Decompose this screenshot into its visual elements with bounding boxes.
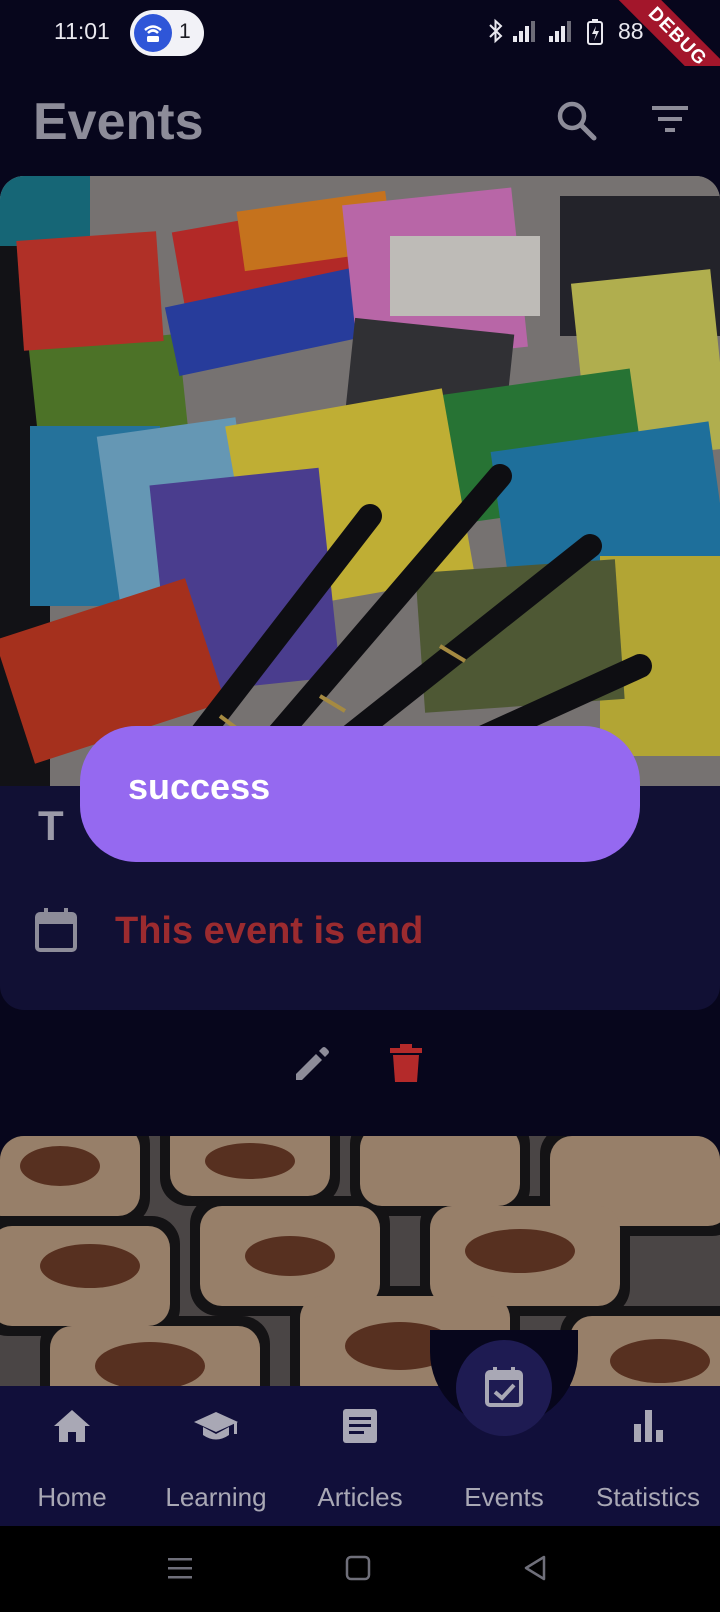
status-bar: 11:01 1 88 DEBUG [0, 0, 720, 115]
bluetooth-icon [489, 18, 503, 44]
hotspot-indicator: 1 [130, 10, 204, 56]
signal-icon-2 [549, 21, 571, 42]
nav-item-articles[interactable]: Articles [288, 1386, 432, 1526]
article-icon [343, 1409, 377, 1443]
nav-item-home[interactable]: Home [0, 1386, 144, 1526]
system-nav-bar [0, 1526, 720, 1612]
hotspot-icon [134, 14, 172, 52]
app-bar: Events [0, 66, 720, 176]
event-actions [0, 1034, 720, 1104]
edit-icon[interactable] [286, 1038, 338, 1090]
delete-icon[interactable] [380, 1038, 432, 1090]
nav-item-learning[interactable]: Learning [144, 1386, 288, 1526]
home-square-icon[interactable] [338, 1552, 378, 1586]
nav-item-events[interactable]: Events [432, 1386, 576, 1526]
signal-icon-1 [513, 21, 535, 42]
event-image [0, 1136, 720, 1386]
nav-label-articles: Articles [317, 1482, 403, 1512]
title-icon: T [38, 802, 64, 849]
home-icon [54, 1410, 90, 1442]
snackbar-message: success [128, 766, 271, 807]
page-title: Events [33, 93, 204, 151]
search-icon[interactable] [552, 96, 600, 144]
event-card[interactable]: T This event is end [0, 176, 720, 1010]
school-icon [194, 1412, 238, 1440]
nav-item-statistics[interactable]: Statistics [576, 1386, 720, 1526]
image-overlay [0, 176, 720, 786]
nav-label-events: Events [464, 1482, 544, 1512]
bar-chart-icon [634, 1410, 663, 1442]
nav-label-learning: Learning [165, 1482, 267, 1512]
hotspot-count: 1 [179, 20, 191, 43]
battery-icon [587, 19, 603, 45]
menu-icon[interactable] [160, 1552, 200, 1586]
event-status-text: This event is end [115, 910, 424, 952]
event-date-row: This event is end [0, 896, 720, 970]
battery-level: 88 [618, 18, 644, 44]
image-overlay [0, 1136, 720, 1386]
nav-label-home: Home [37, 1482, 107, 1512]
status-time: 11:01 [54, 18, 110, 44]
snackbar: success [80, 726, 640, 862]
event-image [0, 176, 720, 786]
calendar-icon [35, 908, 77, 952]
nav-label-statistics: Statistics [595, 1482, 701, 1512]
filter-icon[interactable] [648, 96, 696, 144]
back-icon[interactable] [516, 1552, 556, 1586]
